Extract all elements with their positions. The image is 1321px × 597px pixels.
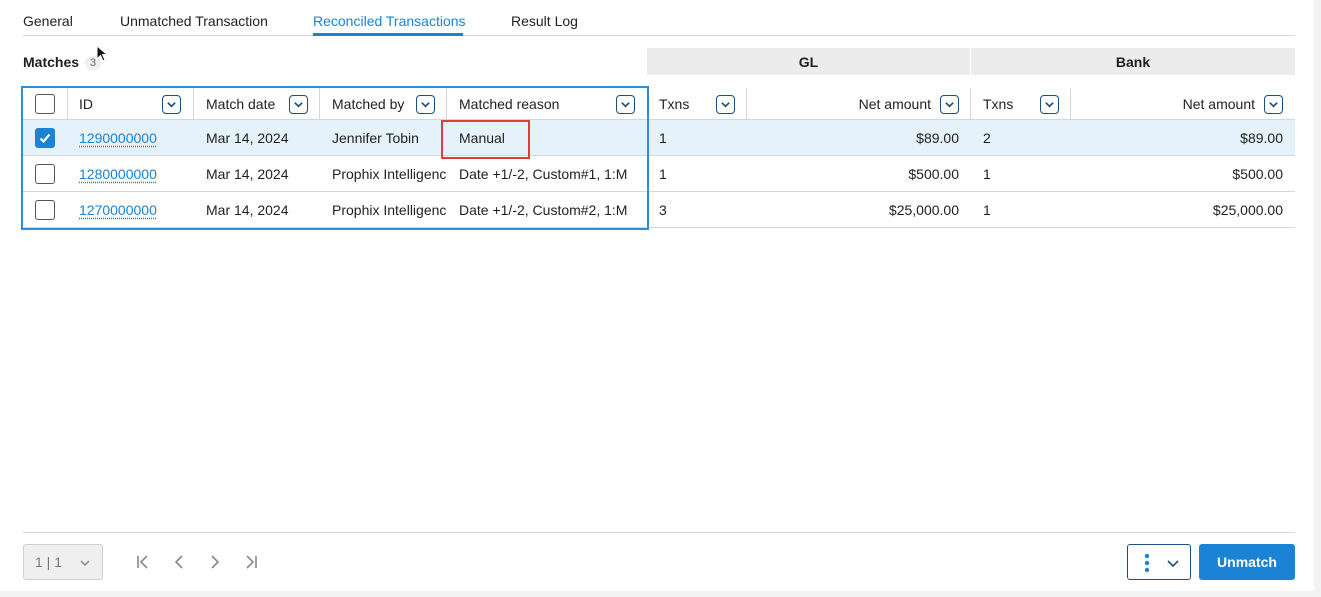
chevron-down-icon [1167, 560, 1179, 568]
column-header-bank-net-amount: Net amount [1182, 95, 1255, 112]
gl-txns-cell: 3 [659, 201, 667, 218]
column-header-id: ID [79, 95, 93, 112]
matched-by-cell: Jennifer Tobin [332, 129, 419, 146]
gl-net-amount-column-menu-button[interactable] [940, 95, 959, 114]
chevron-left-icon [174, 555, 183, 569]
bank-net-amount-cell: $500.00 [1232, 165, 1283, 182]
checkmark-icon [39, 133, 51, 143]
gl-txns-cell: 1 [659, 129, 667, 146]
matched-reason-cell: Date +1/-2, Custom#2, 1:M [459, 201, 628, 218]
bank-txns-cell: 1 [983, 201, 991, 218]
first-page-button[interactable] [133, 552, 153, 572]
last-page-button[interactable] [241, 552, 261, 572]
bank-net-amount-column-menu-button[interactable] [1264, 95, 1283, 114]
gl-net-amount-cell: $500.00 [908, 165, 959, 182]
chevron-down-icon [167, 102, 176, 108]
row-checkbox[interactable] [35, 127, 55, 148]
next-page-button[interactable] [205, 552, 225, 572]
row-checkbox[interactable] [35, 163, 55, 184]
matched-by-column-menu-button[interactable] [416, 95, 435, 114]
chevron-down-icon [621, 102, 630, 108]
chevron-down-icon [721, 102, 730, 108]
bank-txns-cell: 1 [983, 165, 991, 182]
match-id-link[interactable]: 1280000000 [79, 166, 157, 182]
column-header-matched-reason: Matched reason [459, 95, 560, 112]
unmatch-button[interactable]: Unmatch [1199, 544, 1295, 580]
matched-reason-cell: Date +1/-2, Custom#1, 1:M [459, 165, 628, 182]
select-all-cell [35, 88, 59, 119]
column-header-bank-txns: Txns [983, 95, 1014, 112]
column-header-gl-txns: Txns [659, 95, 690, 112]
matches-title: Matches [23, 54, 80, 70]
footer-divider [23, 532, 1295, 533]
column-header-gl-net-amount: Net amount [858, 95, 931, 112]
more-vertical-icon [1144, 553, 1150, 573]
id-column-menu-button[interactable] [162, 95, 181, 114]
bank-net-amount-cell: $89.00 [1240, 129, 1283, 146]
chevron-down-icon [80, 560, 90, 567]
matched-reason-column-menu-button[interactable] [616, 95, 635, 114]
tab-unmatched-transaction[interactable]: Unmatched Transaction [120, 13, 268, 29]
match-date-cell: Mar 14, 2024 [206, 129, 289, 146]
gl-net-amount-cell: $25,000.00 [888, 201, 959, 218]
gl-txns-column-menu-button[interactable] [716, 95, 735, 114]
select-all-checkbox[interactable] [35, 93, 55, 114]
bank-net-amount-cell: $25,000.00 [1212, 201, 1283, 218]
page-select[interactable]: 1 | 1 [23, 544, 103, 580]
bank-txns-column-menu-button[interactable] [1040, 95, 1059, 114]
matched-by-cell: Prophix Intelligence [332, 201, 447, 218]
match-date-column-menu-button[interactable] [289, 95, 308, 114]
tab-reconciled-transactions[interactable]: Reconciled Transactions [313, 13, 466, 29]
match-id-link[interactable]: 1270000000 [79, 202, 157, 218]
chevron-down-icon [945, 102, 954, 108]
chevron-down-icon [1045, 102, 1054, 108]
previous-page-button[interactable] [169, 552, 189, 572]
gl-net-amount-cell: $89.00 [916, 129, 959, 146]
table-row[interactable]: 1290000000 Mar 14, 2024 Jennifer Tobin M… [23, 120, 1295, 156]
table-row[interactable]: 1270000000 Mar 14, 2024 Prophix Intellig… [23, 192, 1295, 228]
bank-txns-cell: 2 [983, 129, 991, 146]
row-checkbox[interactable] [35, 199, 55, 220]
bank-group-header: Bank [971, 48, 1295, 75]
more-actions-button[interactable] [1127, 544, 1191, 580]
table-header-row: ID Match date Matched by Matched reason … [23, 88, 1295, 120]
gl-txns-cell: 1 [659, 165, 667, 182]
page-select-value: 1 | 1 [35, 554, 62, 570]
chevron-down-icon [1269, 102, 1278, 108]
gl-group-header: GL [647, 48, 970, 75]
mouse-cursor-icon [96, 45, 109, 62]
match-id-link[interactable]: 1290000000 [79, 130, 157, 146]
match-date-cell: Mar 14, 2024 [206, 165, 289, 182]
chevron-down-icon [421, 102, 430, 108]
reconciliation-panel: General Unmatched Transaction Reconciled… [0, 0, 1314, 591]
table-row[interactable]: 1280000000 Mar 14, 2024 Prophix Intellig… [23, 156, 1295, 192]
match-date-cell: Mar 14, 2024 [206, 201, 289, 218]
matched-reason-cell: Manual [459, 129, 505, 146]
first-page-icon [137, 555, 148, 569]
last-page-icon [246, 555, 257, 569]
chevron-right-icon [211, 555, 220, 569]
tab-general[interactable]: General [23, 13, 73, 29]
tab-bar: General Unmatched Transaction Reconciled… [23, 0, 1295, 36]
matched-by-cell: Prophix Intelligence [332, 165, 447, 182]
tab-result-log[interactable]: Result Log [511, 13, 578, 29]
active-tab-indicator [313, 33, 463, 36]
chevron-down-icon [294, 102, 303, 108]
